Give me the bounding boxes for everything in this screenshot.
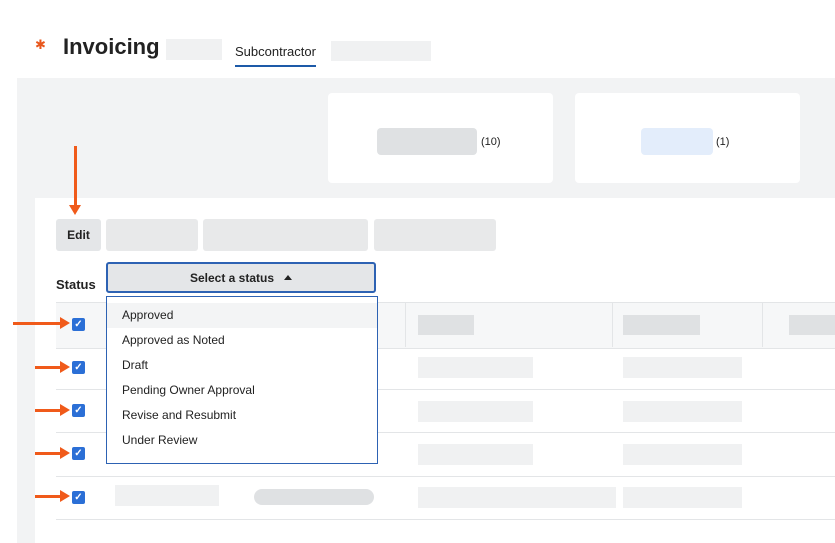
edit-button[interactable]: Edit: [56, 219, 101, 251]
table-cell: [623, 357, 742, 378]
status-pill: [254, 489, 374, 505]
dropdown-option-pending-owner-approval[interactable]: Pending Owner Approval: [107, 378, 377, 403]
row-checkbox[interactable]: ✓: [72, 491, 85, 504]
tab-placeholder-1[interactable]: [166, 39, 222, 60]
annotation-arrow-right-icon: [13, 317, 70, 329]
status-pill: [641, 128, 713, 155]
dropdown-option-revise-and-resubmit[interactable]: Revise and Resubmit: [107, 403, 377, 428]
status-filter-label: Status: [56, 277, 96, 292]
select-all-checkbox[interactable]: ✓: [72, 318, 85, 331]
annotation-arrow-right-icon: [35, 361, 70, 373]
row-divider: [56, 476, 835, 477]
table-cell: [623, 487, 742, 508]
dropdown-option-draft[interactable]: Draft: [107, 353, 377, 378]
gear-icon: ✱: [35, 37, 46, 52]
tab-placeholder-2[interactable]: [331, 41, 431, 61]
column-divider: [612, 302, 613, 347]
table-cell: [418, 401, 533, 422]
table-cell: [623, 444, 742, 465]
dropdown-option-approved-as-noted[interactable]: Approved as Noted: [107, 328, 377, 353]
status-dropdown-menu: Approved Approved as Noted Draft Pending…: [106, 296, 378, 464]
column-divider: [762, 302, 763, 347]
summary-card-2[interactable]: (1): [575, 93, 800, 183]
toolbar-button-3[interactable]: [203, 219, 368, 251]
row-checkbox[interactable]: ✓: [72, 361, 85, 374]
status-pill: [377, 128, 477, 155]
annotation-arrow-right-icon: [35, 404, 70, 416]
tab-subcontractor[interactable]: Subcontractor: [235, 44, 316, 67]
column-header[interactable]: [418, 315, 474, 335]
annotation-arrow-right-icon: [35, 447, 70, 459]
summary-count-1: (10): [481, 136, 501, 148]
dropdown-option-under-review[interactable]: Under Review: [107, 428, 377, 453]
summary-card-1[interactable]: (10): [328, 93, 553, 183]
column-header[interactable]: [789, 315, 835, 335]
row-checkbox[interactable]: ✓: [72, 447, 85, 460]
status-select-placeholder: Select a status: [189, 270, 275, 285]
row-divider: [56, 519, 835, 520]
column-header[interactable]: [623, 315, 700, 335]
table-cell: [418, 487, 616, 508]
table-cell: [623, 401, 742, 422]
summary-count-2: (1): [716, 136, 730, 148]
annotation-arrow-right-icon: [35, 490, 70, 502]
annotation-arrow-down-icon: [69, 146, 81, 215]
column-divider: [405, 302, 406, 347]
row-checkbox[interactable]: ✓: [72, 404, 85, 417]
toolbar-button-4[interactable]: [374, 219, 496, 251]
table-cell: [115, 485, 219, 506]
table-cell: [418, 444, 533, 465]
page-title: Invoicing: [63, 34, 160, 59]
toolbar-button-2[interactable]: [106, 219, 198, 251]
table-cell: [418, 357, 533, 378]
dropdown-option-approved[interactable]: Approved: [107, 303, 377, 328]
caret-up-icon: [284, 275, 293, 280]
status-select[interactable]: Select a status: [106, 262, 376, 293]
